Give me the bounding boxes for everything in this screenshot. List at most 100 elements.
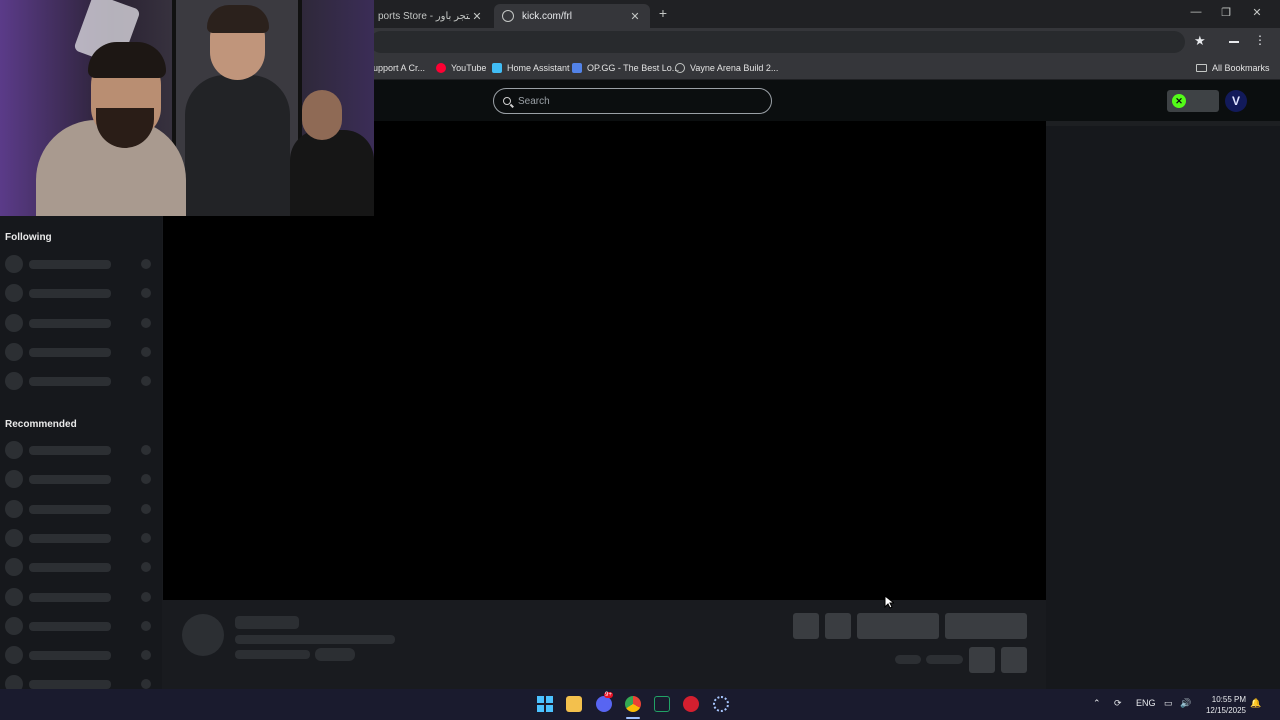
webcam-person	[290, 80, 374, 216]
home-assistant-icon	[492, 63, 502, 73]
action-button-skeleton[interactable]	[793, 613, 819, 639]
viewer-dot-skeleton	[141, 259, 151, 269]
download-icon[interactable]	[1227, 34, 1241, 44]
excel-icon[interactable]	[654, 696, 670, 712]
viewer-dot-skeleton	[141, 474, 151, 485]
clock-time: 10:55 PM	[1211, 695, 1246, 704]
sidebar-channel-skeleton[interactable]	[5, 470, 153, 489]
chrome-icon[interactable]	[625, 696, 641, 712]
tab-store-title: ports Store - لوحة - متجر باور	[378, 10, 470, 22]
viewer-dot-skeleton	[141, 317, 151, 328]
minimize-icon[interactable]: —	[1188, 6, 1204, 18]
close-icon[interactable]: ✕	[470, 10, 484, 23]
follow-button-skeleton[interactable]	[857, 613, 939, 639]
bookmark-vayne[interactable]: Vayne Arena Build 2...	[675, 60, 778, 76]
close-icon[interactable]: ✕	[628, 10, 642, 23]
sidebar-channel-skeleton[interactable]	[5, 313, 153, 332]
sidebar-channel-skeleton[interactable]	[5, 528, 153, 547]
new-tab-icon[interactable]: +	[655, 5, 671, 21]
tab-kick[interactable]: kick.com/frl ✕	[494, 4, 650, 28]
sidebar-channel-skeleton[interactable]	[5, 616, 153, 635]
all-bookmarks[interactable]: All Bookmarks	[1196, 60, 1270, 76]
bookmark-opgg[interactable]: OP.GG - The Best Lo...	[572, 60, 679, 76]
channel-name-skeleton	[29, 475, 111, 485]
category-skeleton	[235, 650, 310, 659]
channel-name-skeleton	[29, 651, 111, 661]
file-explorer-icon[interactable]	[566, 696, 582, 712]
subscribe-button-skeleton[interactable]	[945, 613, 1027, 639]
action-button-skeleton[interactable]	[825, 613, 851, 639]
chat-header	[1046, 121, 1280, 126]
search-input[interactable]: Search	[493, 88, 772, 114]
restore-icon[interactable]: ❐	[1218, 6, 1234, 19]
start-icon[interactable]	[537, 696, 553, 712]
sidebar-channel-skeleton[interactable]	[5, 558, 153, 577]
channel-avatar[interactable]	[182, 614, 224, 656]
channel-name-skeleton	[29, 563, 111, 573]
bookmark-home-assistant[interactable]: Home Assistant	[492, 60, 570, 76]
discord-icon[interactable]: 9+	[596, 692, 613, 712]
channel-info	[163, 600, 1046, 689]
bookmark-label: Vayne Arena Build 2...	[690, 63, 779, 73]
recommended-title: Recommended	[5, 419, 77, 430]
share-button-skeleton[interactable]	[969, 647, 995, 673]
mouse-cursor-icon	[884, 595, 894, 609]
chevron-up-icon[interactable]: ⌃	[1093, 698, 1101, 709]
person-hair	[207, 5, 269, 33]
network-icon[interactable]: ▭	[1164, 698, 1173, 709]
taskbar: 9+ ⌃ ⟳ ENG ▭ 🔊 10:55 PM 12/15/2025 🔔	[0, 689, 1280, 720]
sidebar-channel-skeleton[interactable]	[5, 646, 153, 665]
user-avatar[interactable]: V	[1225, 90, 1247, 112]
sidebar-channel-skeleton[interactable]	[5, 441, 153, 459]
viewer-dot-skeleton	[141, 562, 151, 573]
uptime-skeleton	[926, 655, 963, 664]
bookmark-support[interactable]: upport A Cr...	[373, 60, 425, 76]
tab-store[interactable]: ports Store - لوحة - متجر باور ✕	[370, 4, 492, 28]
bookmark-label: YouTube	[451, 63, 487, 73]
channel-avatar-skeleton	[5, 372, 23, 391]
notification-icon[interactable]: 🔔	[1250, 698, 1261, 709]
viewer-dot-skeleton	[141, 503, 151, 514]
youtube-icon	[436, 63, 446, 73]
window-close-icon[interactable]: ✕	[1249, 6, 1265, 19]
sidebar-channel-skeleton[interactable]	[5, 587, 153, 606]
channel-avatar-skeleton	[5, 499, 23, 518]
sidebar-channel-skeleton[interactable]	[5, 255, 153, 273]
login-button[interactable]: ✕	[1167, 90, 1219, 112]
search-icon	[503, 97, 511, 105]
sidebar-channel-skeleton[interactable]	[5, 342, 153, 361]
channel-avatar-skeleton	[5, 441, 23, 459]
channel-avatar-skeleton	[5, 587, 23, 606]
more-button-skeleton[interactable]	[1001, 647, 1027, 673]
red-app-icon[interactable]	[683, 696, 699, 712]
bookmark-youtube[interactable]: YouTube	[436, 60, 486, 76]
kick-logo-icon: ✕	[1172, 94, 1186, 108]
menu-icon[interactable]: ⋮	[1254, 33, 1266, 47]
bookmark-star-icon[interactable]: ★	[1194, 33, 1206, 49]
sidebar-channel-skeleton[interactable]	[5, 284, 153, 303]
channel-name-skeleton	[29, 621, 111, 631]
viewer-dot-skeleton	[141, 376, 151, 387]
bookmark-label: upport A Cr...	[373, 63, 426, 73]
sync-icon[interactable]: ⟳	[1114, 698, 1122, 709]
person-body	[185, 75, 290, 216]
viewer-dot-skeleton	[141, 591, 151, 602]
sidebar-channel-skeleton[interactable]	[5, 372, 153, 391]
webcam-person	[180, 5, 290, 216]
viewer-dot-skeleton	[141, 650, 151, 661]
discord-badge: 9+	[604, 692, 613, 698]
viewer-dot-skeleton	[141, 620, 151, 631]
clock[interactable]: 10:55 PM 12/15/2025	[1200, 694, 1246, 716]
viewer-skeleton	[895, 655, 921, 664]
volume-icon[interactable]: 🔊	[1180, 698, 1191, 709]
webcam-streamer	[36, 30, 186, 216]
channel-name-skeleton	[29, 533, 111, 543]
tag-skeleton	[315, 648, 355, 661]
settings-icon[interactable]	[713, 696, 729, 712]
sidebar-channel-skeleton[interactable]	[5, 499, 153, 518]
language-indicator[interactable]: ENG	[1136, 698, 1156, 708]
channel-avatar-skeleton	[5, 470, 23, 489]
address-bar[interactable]	[370, 31, 1185, 53]
channel-name-skeleton	[29, 377, 111, 387]
channel-name-skeleton	[29, 289, 111, 299]
